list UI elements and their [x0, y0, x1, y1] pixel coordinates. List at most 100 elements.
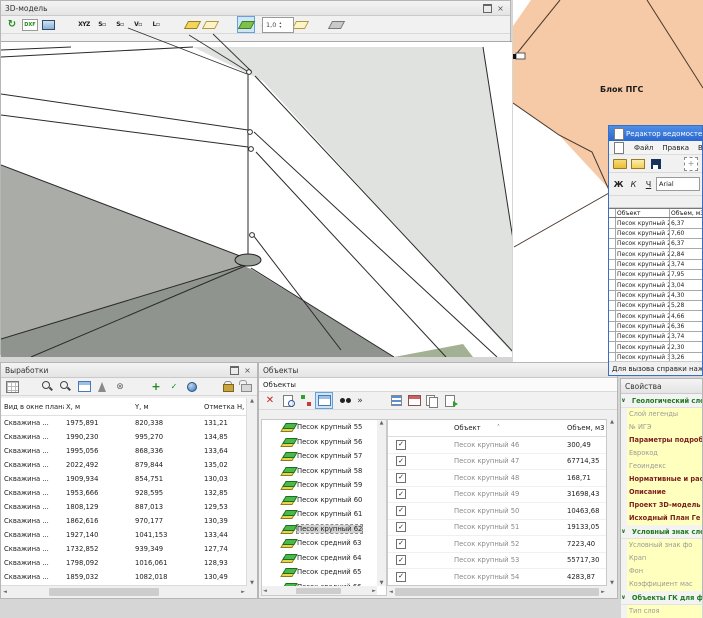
list-item[interactable]: Песок крупный 58 [262, 464, 386, 479]
layer-bottom-icon[interactable] [292, 17, 308, 32]
table-row[interactable]: Песок крупный 2 2,30 [609, 342, 702, 352]
preview-icon[interactable] [280, 393, 296, 408]
table-row[interactable]: Скважина ... 2022,492 879,844 135,02 [1, 458, 247, 472]
property-row[interactable]: ∨ Крап [621, 552, 702, 565]
display-settings-icon[interactable] [40, 17, 56, 32]
delete-object-icon[interactable]: ✕ [262, 393, 278, 408]
property-row[interactable]: ∨ Слой легенды [621, 408, 702, 421]
property-row[interactable]: ∨ Нормативные и рас [621, 473, 702, 486]
table-row[interactable]: Песок крупный 2 4,30 [609, 291, 702, 301]
col-volume[interactable]: Объем, м3 [567, 424, 606, 432]
table-row[interactable]: Скважина ... 1990,230 995,270 134,85 [1, 430, 247, 444]
sep[interactable] [370, 393, 386, 408]
search-edit-icon[interactable] [58, 379, 74, 394]
list-item[interactable]: Песок крупный 55 [262, 420, 386, 435]
table-row[interactable]: Песок крупный 2 6,37 [609, 239, 702, 249]
menu-edit[interactable]: Правка [658, 144, 693, 152]
visibility-checkbox[interactable]: ✓ [396, 555, 406, 565]
list-item[interactable]: Песок средний 63 [262, 536, 386, 551]
visibility-checkbox[interactable]: ✓ [396, 489, 406, 499]
table-row[interactable]: ✓ Песок крупный 52 7223,40 [388, 536, 606, 553]
table-row[interactable]: Скважина ... 1732,852 939,349 127,74 [1, 542, 247, 556]
table-view-icon[interactable] [76, 379, 92, 394]
table-row[interactable]: ✓ Песок крупный 50 10463,68 [388, 503, 606, 520]
table-row[interactable]: Песок крупный 2 7,60 [609, 229, 702, 239]
table-row[interactable]: ✓ Песок крупный 48 168,71 [388, 470, 606, 487]
property-row[interactable]: ∨ Геологический слой [621, 394, 702, 408]
table-row[interactable]: ✓ Песок крупный 54 4283,87 [388, 569, 606, 586]
property-row[interactable]: ∨ Исходный План Ге [621, 512, 702, 525]
save-icon[interactable] [648, 156, 664, 171]
delete-point-icon[interactable]: ⊗ [112, 379, 128, 394]
layer-export-icon[interactable] [328, 17, 344, 32]
xyz-coordinates-icon[interactable]: XYZ [76, 17, 92, 32]
sep[interactable] [22, 379, 38, 394]
table-row[interactable]: Песок крупный 2 6,37 [609, 218, 702, 228]
lock-icon[interactable] [220, 379, 236, 394]
property-row[interactable]: ∨ Фон [621, 565, 702, 578]
visibility-checkbox[interactable]: ✓ [396, 506, 406, 516]
report-table-icon[interactable] [406, 393, 422, 408]
property-row[interactable]: ∨ Проект 3D-модель [621, 499, 702, 512]
table-row[interactable]: ✓ Песок крупный 46 300,49 [388, 437, 606, 454]
sep[interactable] [58, 17, 74, 32]
list-horizontal-scrollbar[interactable]: ◄ ► [262, 586, 377, 595]
table-row[interactable]: Песок крупный 2 3,04 [609, 280, 702, 290]
font-select[interactable]: Arial [656, 177, 700, 191]
table-row[interactable]: Песок крупный 2 3,74 [609, 260, 702, 270]
table-row[interactable]: Скважина ... 1995,056 868,336 133,64 [1, 444, 247, 458]
bold-button[interactable]: Ж [611, 177, 626, 192]
list-vertical-scrollbar[interactable]: ▲▼ [377, 420, 386, 586]
table-row[interactable]: Песок крупный 2 2,84 [609, 249, 702, 259]
table-vertical-scrollbar[interactable]: ▲▼ [607, 419, 617, 586]
visibility-checkbox[interactable]: ✓ [396, 572, 406, 582]
export-dxf-icon[interactable]: DXF [22, 19, 38, 31]
list-item[interactable]: Песок средний 64 [262, 551, 386, 566]
visibility-checkbox[interactable]: ✓ [396, 456, 406, 466]
list-item[interactable]: Песок крупный 61 [262, 507, 386, 522]
sep[interactable] [202, 379, 218, 394]
property-row[interactable]: ∨ Тип слоя [621, 605, 702, 618]
menu-file[interactable]: Файл [630, 144, 657, 152]
property-row[interactable]: ∨ Описание [621, 486, 702, 499]
table-row[interactable]: Скважина ... 1975,891 820,338 131,21 [1, 416, 247, 430]
col-x[interactable]: X, м [64, 403, 133, 411]
table-row[interactable]: ✓ Песок крупный 47 67714,35 [388, 454, 606, 471]
length-icon[interactable]: L▫ [148, 17, 164, 32]
property-row[interactable]: ∨ № ИГЭ [621, 421, 702, 434]
borehole-icon[interactable] [94, 379, 110, 394]
apply-point-icon[interactable]: ✓ [166, 379, 182, 394]
table-row[interactable]: Скважина ... 1798,092 1016,061 128,93 [1, 556, 247, 570]
surface-area-icon[interactable]: S▫ [94, 17, 110, 32]
table-row[interactable]: ✓ Песок крупный 51 19133,05 [388, 520, 606, 537]
list-item[interactable]: Песок крупный 56 [262, 435, 386, 450]
window-pin-icon[interactable] [229, 365, 240, 375]
table-horizontal-scrollbar[interactable]: ◄ ► [387, 586, 607, 598]
sep[interactable] [220, 17, 236, 32]
sep[interactable] [310, 17, 326, 32]
more-buttons-icon[interactable]: » [352, 393, 368, 408]
col-h[interactable]: Отметка H, м [202, 403, 247, 411]
geology-layer-icon[interactable] [238, 17, 254, 32]
property-row[interactable]: ∨ Условный знак сло [621, 525, 702, 539]
table-row[interactable]: Скважина ... 1927,140 1041,153 133,44 [1, 528, 247, 542]
visibility-checkbox[interactable]: ✓ [396, 473, 406, 483]
list-item[interactable]: Песок крупный 57 [262, 449, 386, 464]
menu-view[interactable]: Вид [694, 144, 703, 152]
viewport-3d[interactable] [1, 41, 512, 357]
new-file-icon[interactable] [630, 156, 646, 171]
transparency-spinner[interactable]: 1,0 [262, 17, 294, 33]
list-item[interactable]: Песок средний 65 [262, 565, 386, 580]
col-plan-view[interactable]: Вид в окне плана [1, 403, 64, 411]
sep[interactable] [166, 17, 182, 32]
objects-tab[interactable]: Объекты [259, 378, 617, 392]
table-row[interactable]: Песок крупный 2 3,74 [609, 332, 702, 342]
vertical-scrollbar[interactable]: ▲▼ [246, 398, 257, 586]
table-row[interactable]: Скважина ... 1808,129 887,013 129,53 [1, 500, 247, 514]
table-row[interactable]: Песок крупный 2 7,95 [609, 270, 702, 280]
col-object[interactable]: Объект ˆ [454, 424, 567, 432]
property-row[interactable]: ∨ Геоиндекс [621, 460, 702, 473]
underline-button[interactable]: Ч [641, 177, 656, 192]
col-y[interactable]: Y, м [133, 403, 202, 411]
close-icon[interactable]: × [242, 365, 253, 375]
